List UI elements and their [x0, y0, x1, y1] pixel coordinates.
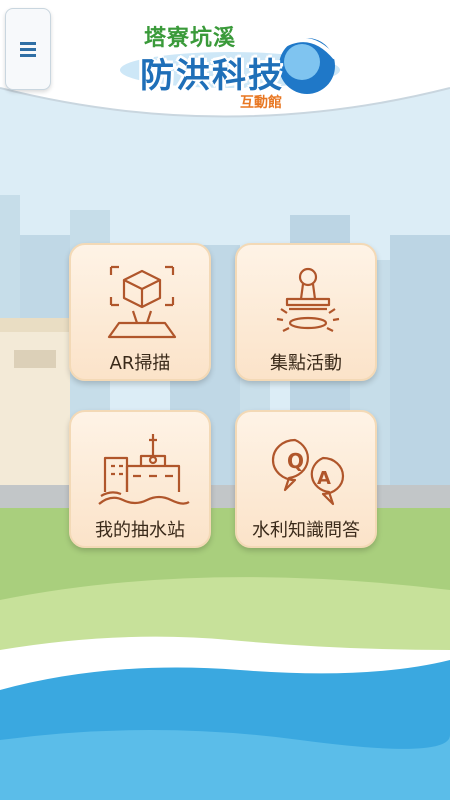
app-header: 塔寮坑溪 防洪科技 互動館 [0, 0, 450, 118]
pump-station-icon [98, 434, 190, 505]
a-letter: A [317, 468, 331, 489]
ar-scan-icon [107, 265, 177, 339]
water-quiz-label: 水利知識問答 [252, 520, 360, 541]
qa-chat-icon: Q A [271, 438, 345, 506]
logo-title-sub: 互動館 [240, 95, 282, 111]
pump-station-button[interactable]: 我的抽水站 [69, 410, 211, 548]
pump-station-label: 我的抽水站 [95, 520, 185, 541]
stamp-icon [276, 267, 340, 332]
hamburger-menu-icon [20, 42, 36, 57]
ar-scan-label: AR掃描 [109, 353, 171, 374]
stamp-activity-button[interactable]: 集點活動 [235, 243, 377, 381]
water-quiz-button[interactable]: Q A 水利知識問答 [235, 410, 377, 548]
stamp-activity-label: 集點活動 [270, 353, 342, 374]
app-logo: 塔寮坑溪 防洪科技 互動館 [110, 18, 340, 111]
background-scene [0, 0, 450, 800]
q-letter: Q [287, 449, 304, 473]
ar-scan-button[interactable]: AR掃描 [69, 243, 211, 381]
logo-title-main: 防洪科技 [140, 56, 284, 96]
menu-button[interactable] [5, 8, 51, 90]
